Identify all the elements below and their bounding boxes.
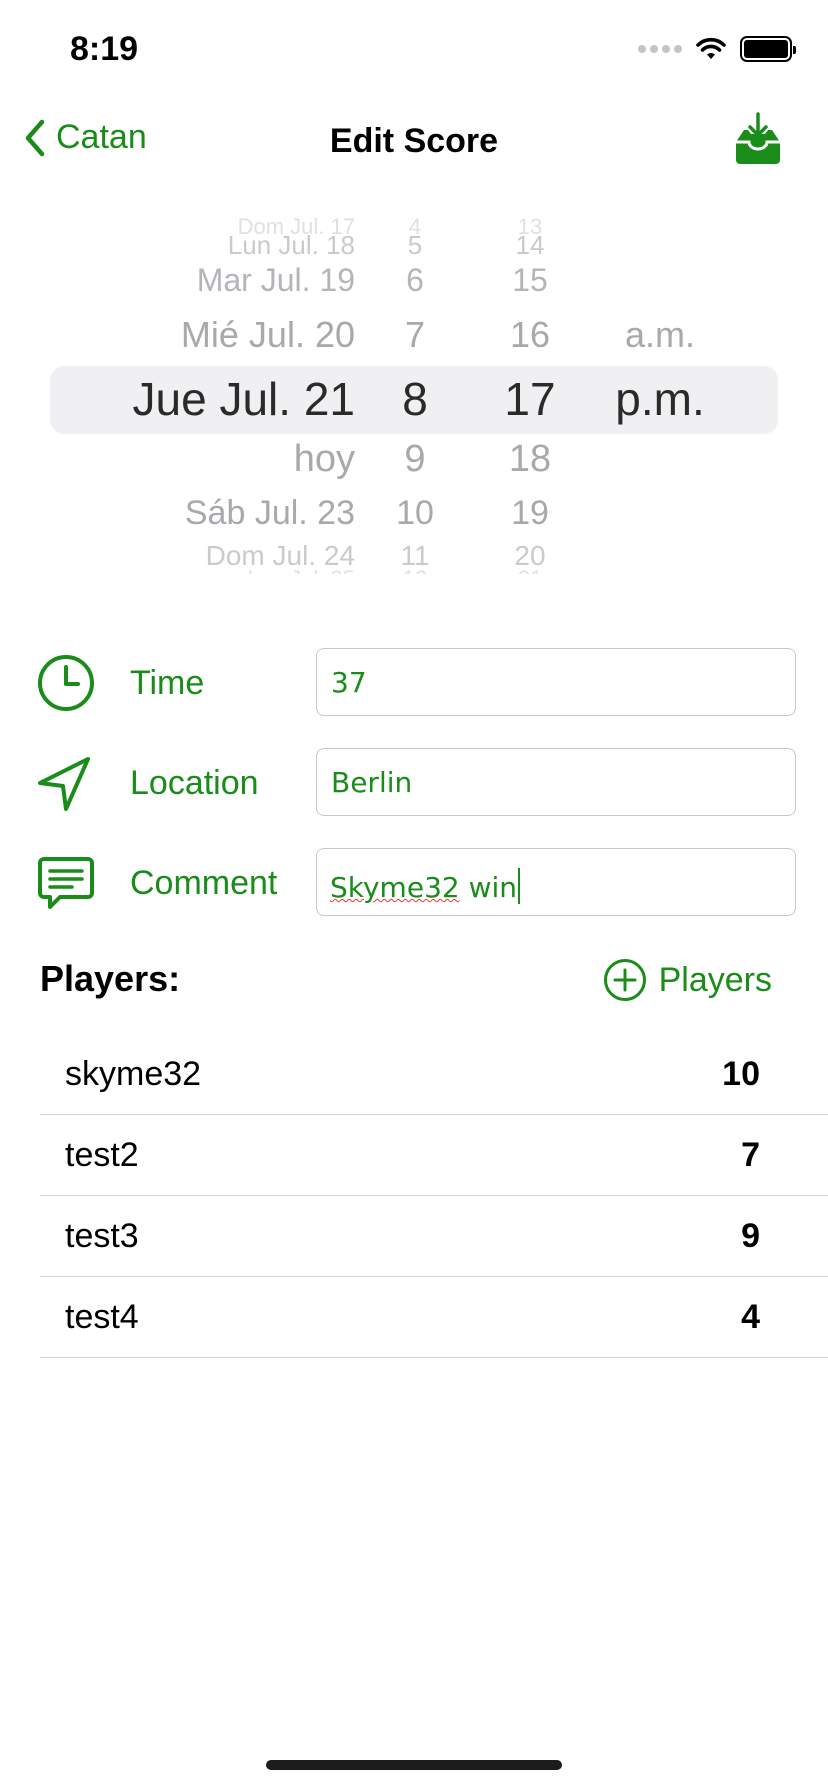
time-input[interactable] [316,648,796,716]
player-name: skyme32 [65,1054,202,1093]
navigation-bar: Catan Edit Score [0,100,828,180]
player-row[interactable]: test4 4 [40,1277,828,1358]
location-row: Location [0,748,828,818]
time-label: Time [130,664,205,702]
picker-minute-item[interactable]: 19 [511,494,549,533]
date-time-picker[interactable]: Dom Jul. 17 Lun Jul. 18 Mar Jul. 19 Mié … [50,218,778,574]
battery-icon [740,36,796,62]
picker-ampm-column[interactable]: a.m. p.m. [605,218,715,574]
picker-date-column[interactable]: Dom Jul. 17 Lun Jul. 18 Mar Jul. 19 Mié … [50,218,355,574]
comment-input[interactable] [316,848,796,916]
wifi-icon [696,37,726,59]
cellular-signal-icon [638,45,682,53]
player-row[interactable]: test2 7 [40,1115,828,1196]
picker-minute-item[interactable]: 18 [509,438,551,481]
tray-download-icon[interactable] [732,112,784,166]
picker-date-item[interactable]: Mié Jul. 20 [181,314,355,356]
player-name: test3 [65,1216,139,1255]
picker-minute-selected[interactable]: 17 [504,372,555,426]
time-row: Time [0,648,828,718]
picker-hour-item[interactable]: 5 [408,230,422,261]
picker-minute-item[interactable]: 21 [518,566,542,574]
location-input[interactable] [316,748,796,816]
home-indicator[interactable] [266,1760,562,1770]
comment-row: Comment [0,848,828,918]
players-list: skyme32 10 test2 7 test3 9 test4 4 [40,1034,828,1358]
player-score: 4 [741,1297,760,1336]
picker-hour-item[interactable]: 10 [396,494,434,533]
player-score: 7 [741,1135,760,1174]
status-bar: 8:19 [0,0,828,100]
player-row[interactable]: test3 9 [40,1196,828,1277]
player-name: test2 [65,1135,139,1174]
location-arrow-icon [38,757,90,811]
status-time: 8:19 [70,30,139,68]
picker-hour-item[interactable]: 12 [403,566,427,574]
picker-date-item[interactable]: Lun Jul. 18 [228,230,355,261]
picker-date-item[interactable]: Lun Jul. 25 [247,566,355,574]
clock-icon [38,655,94,711]
add-players-button[interactable]: Players [603,958,772,1002]
players-header: Players: [40,958,181,999]
picker-hour-column[interactable]: 4 5 6 7 8 9 10 11 12 [380,218,450,574]
picker-hour-item[interactable]: 7 [405,314,425,356]
plus-circle-icon [603,959,646,1001]
location-label: Location [130,764,259,802]
message-icon [38,857,94,909]
player-score: 9 [741,1216,760,1255]
picker-minute-item[interactable]: 15 [512,262,548,299]
picker-hour-item[interactable]: 9 [404,438,425,481]
picker-hour-item[interactable]: 6 [406,262,424,299]
picker-date-selected[interactable]: Jue Jul. 21 [133,372,355,426]
page-title: Edit Score [329,122,499,160]
picker-ampm-selected[interactable]: p.m. [615,372,704,426]
picker-minute-column[interactable]: 13 14 15 16 17 18 19 20 21 [490,218,570,574]
player-row[interactable]: skyme32 10 [40,1034,828,1115]
picker-date-item[interactable]: hoy [294,438,355,481]
status-icons [638,36,796,62]
picker-ampm-item[interactable]: a.m. [625,314,695,356]
player-name: test4 [65,1297,139,1336]
picker-date-item[interactable]: Mar Jul. 19 [197,262,355,299]
comment-label: Comment [130,864,278,902]
picker-minute-item[interactable]: 16 [510,314,550,356]
add-players-label: Players [658,960,772,999]
picker-hour-selected[interactable]: 8 [402,372,428,426]
picker-date-item[interactable]: Sáb Jul. 23 [185,494,355,533]
player-score: 10 [722,1054,760,1093]
picker-minute-item[interactable]: 14 [516,230,545,261]
